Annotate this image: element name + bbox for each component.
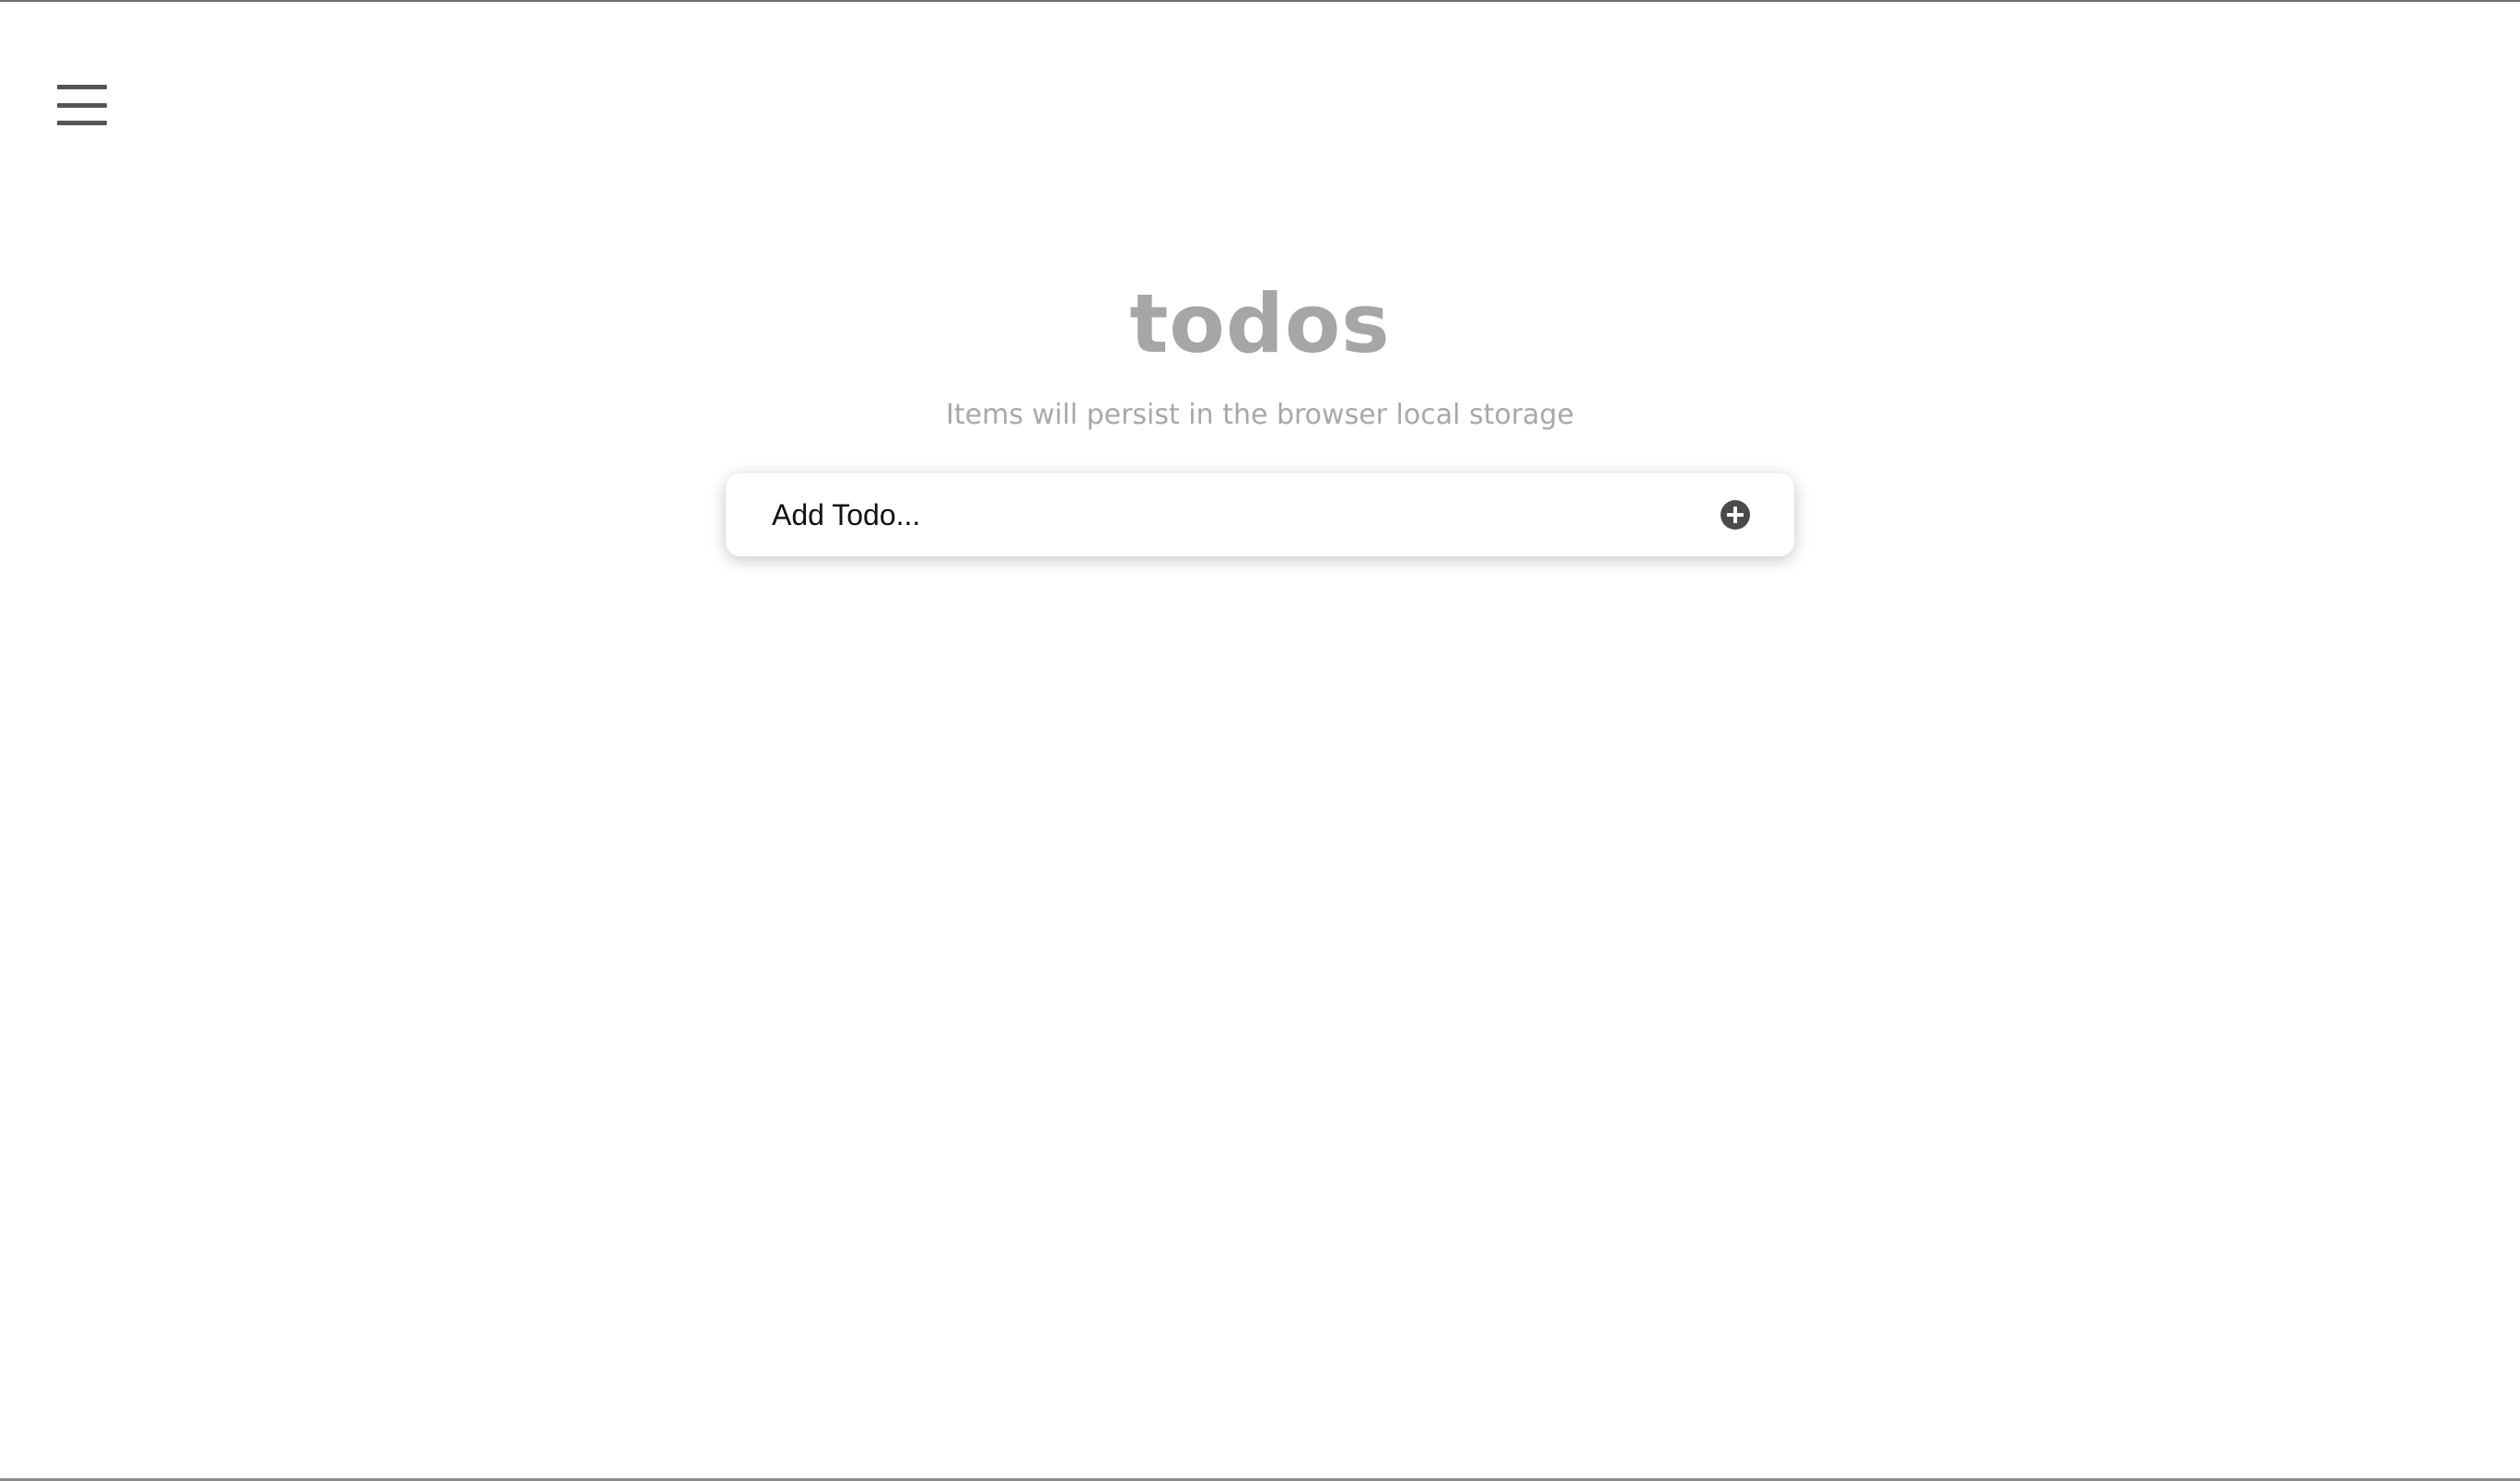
plus-circle-icon[interactable] <box>1721 500 1750 530</box>
page-title: todos <box>1129 276 1391 371</box>
add-todo-input[interactable] <box>772 487 1721 542</box>
add-todo-card <box>726 473 1794 556</box>
hamburger-menu-icon-bar <box>57 121 107 125</box>
hamburger-menu-icon <box>57 85 107 89</box>
page-subtitle: Items will persist in the browser local … <box>946 399 1574 431</box>
top-border <box>0 0 2520 2</box>
hamburger-menu-button[interactable] <box>55 79 114 131</box>
hamburger-menu-icon-bar <box>57 102 107 108</box>
